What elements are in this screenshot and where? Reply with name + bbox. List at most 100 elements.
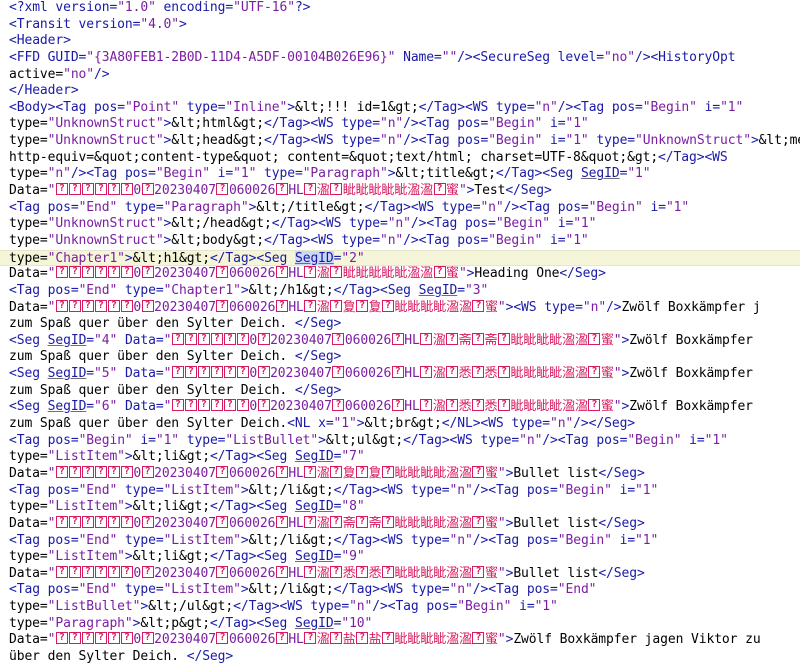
missing-glyph-icon xyxy=(55,632,68,647)
missing-glyph-icon xyxy=(141,632,154,647)
code-line[interactable]: Data="020230407060026HL溋眦眦眦眦眦溋溋蜜">Headin… xyxy=(0,266,800,283)
missing-glyph-icon xyxy=(120,515,133,531)
missing-glyph-icon xyxy=(304,266,317,281)
missing-glyph-icon xyxy=(223,399,236,414)
missing-glyph-icon xyxy=(330,266,343,281)
missing-glyph-icon xyxy=(171,332,184,347)
missing-glyph-icon xyxy=(216,183,229,198)
missing-glyph-icon xyxy=(330,299,343,314)
code-line[interactable]: <Seg SegID="5" Data="020230407060026HL溋悉… xyxy=(0,366,800,383)
missing-glyph-icon xyxy=(81,299,94,314)
missing-glyph-icon xyxy=(107,266,120,281)
missing-glyph-icon xyxy=(382,299,394,314)
missing-glyph-icon xyxy=(304,515,317,531)
missing-glyph-icon xyxy=(120,565,133,580)
missing-glyph-icon xyxy=(472,366,485,381)
missing-glyph-icon xyxy=(330,183,343,198)
code-line[interactable]: type="ListItem">&lt;li&gt;</Tag><Seg Seg… xyxy=(0,549,800,566)
missing-glyph-icon xyxy=(216,515,229,531)
code-line[interactable]: <FFD GUID="{3A80FEB1-2B0D-11D4-A5DF-0010… xyxy=(0,50,800,67)
code-line[interactable]: <Body><Tag pos="Point" type="Inline">&lt… xyxy=(0,100,800,117)
code-line[interactable]: <Seg SegID="6" Data="020230407060026HL溋悉… xyxy=(0,399,800,416)
code-line[interactable]: type="UnknownStruct">&lt;html&gt;</Tag><… xyxy=(0,116,800,133)
missing-glyph-icon xyxy=(141,465,154,481)
code-line[interactable]: <Transit version="4.0"> xyxy=(0,17,800,34)
code-line[interactable]: type="UnknownStruct">&lt;/head&gt;</Tag>… xyxy=(0,216,800,233)
code-line[interactable]: type="ListItem">&lt;li&gt;</Tag><Seg Seg… xyxy=(0,499,800,516)
code-line[interactable]: <Tag pos="End" type="ListItem">&lt;/li&g… xyxy=(0,533,800,550)
selected-token[interactable]: SegID xyxy=(294,250,334,266)
code-line[interactable]: Data="020230407060026HL溋夐夐眦眦眦眦溋溋蜜"><WS t… xyxy=(0,299,800,317)
code-line[interactable]: Data="020230407060026HL溋夐夐眦眦眦眦溋溋蜜">Bulle… xyxy=(0,465,800,483)
missing-glyph-icon xyxy=(210,332,223,347)
code-line[interactable]: zum Spaß quer über den Sylter Deich. </S… xyxy=(0,316,800,333)
missing-glyph-icon xyxy=(55,465,68,481)
code-line[interactable]: <?xml version="1.0" encoding="UTF-16"?> xyxy=(0,0,800,17)
code-line[interactable]: <Tag pos="Begin" i="1" type="ListBullet"… xyxy=(0,433,800,450)
code-line[interactable]: Data="020230407060026HL溋盐盐眦眦眦眦溋溋蜜">Zwölf… xyxy=(0,632,800,649)
missing-glyph-icon xyxy=(141,565,154,580)
missing-glyph-icon xyxy=(120,183,133,198)
missing-glyph-icon xyxy=(330,515,343,531)
missing-glyph-icon xyxy=(275,299,288,314)
missing-glyph-icon xyxy=(420,332,433,347)
missing-glyph-icon xyxy=(472,515,485,531)
code-line[interactable]: type="UnknownStruct">&lt;head&gt;</Tag><… xyxy=(0,133,800,150)
missing-glyph-icon xyxy=(332,399,345,414)
missing-glyph-icon xyxy=(171,366,184,381)
missing-glyph-icon xyxy=(236,366,249,381)
missing-glyph-icon xyxy=(472,632,485,647)
code-line[interactable]: http-equiv=&quot;content-type&quot; cont… xyxy=(0,150,800,167)
missing-glyph-icon xyxy=(94,266,107,281)
missing-glyph-icon xyxy=(588,399,601,414)
missing-glyph-icon xyxy=(391,366,404,381)
missing-glyph-icon xyxy=(275,515,288,531)
code-line[interactable]: <Tag pos="End" type="ListItem">&lt;/li&g… xyxy=(0,483,800,500)
code-line[interactable]: active="no"/> xyxy=(0,67,800,84)
missing-glyph-icon xyxy=(107,183,120,198)
missing-glyph-icon xyxy=(81,465,94,481)
code-line[interactable]: <Header> xyxy=(0,33,800,50)
code-line[interactable]: type="UnknownStruct">&lt;body&gt;</Tag><… xyxy=(0,233,800,250)
code-line[interactable]: über den Sylter Deich. </Seg> xyxy=(0,649,800,666)
code-line[interactable]: type="Paragraph">&lt;p&gt;</Tag><Seg Seg… xyxy=(0,616,800,633)
missing-glyph-icon xyxy=(332,366,345,381)
missing-glyph-icon xyxy=(223,366,236,381)
code-line[interactable]: <Tag pos="End" type="Paragraph">&lt;/tit… xyxy=(0,200,800,217)
missing-glyph-icon xyxy=(391,399,404,414)
code-line[interactable]: type="n"/><Tag pos="Begin" i="1" type="P… xyxy=(0,166,800,183)
missing-glyph-icon xyxy=(236,332,249,347)
code-line[interactable]: zum Spaß quer über den Sylter Deich.<NL … xyxy=(0,416,800,433)
code-line[interactable]: Data="020230407060026HL溋斋斋眦眦眦眦溋溋蜜">Bulle… xyxy=(0,515,800,533)
code-line[interactable]: zum Spaß quer über den Sylter Deich. </S… xyxy=(0,349,800,366)
missing-glyph-icon xyxy=(382,632,394,647)
missing-glyph-icon xyxy=(382,565,394,580)
code-line[interactable]: </Header> xyxy=(0,83,800,100)
missing-glyph-icon xyxy=(94,632,107,647)
missing-glyph-icon xyxy=(120,465,133,481)
missing-glyph-icon xyxy=(257,366,270,381)
missing-glyph-icon xyxy=(332,332,345,347)
code-line[interactable]: <Seg SegID="4" Data="020230407060026HL溋斋… xyxy=(0,332,800,350)
code-line[interactable]: <Tag pos="End" type="Chapter1">&lt;/h1&g… xyxy=(0,283,800,300)
xml-editor[interactable]: <?xml version="1.0" encoding="UTF-16"?> <… xyxy=(0,0,800,668)
missing-glyph-icon xyxy=(275,632,288,647)
missing-glyph-icon xyxy=(472,565,485,580)
missing-glyph-icon xyxy=(55,299,68,314)
missing-glyph-icon xyxy=(497,399,510,414)
code-line[interactable]: zum Spaß quer über den Sylter Deich. </S… xyxy=(0,383,800,400)
missing-glyph-icon xyxy=(391,332,404,347)
code-line[interactable]: type="Chapter1">&lt;h1&gt;</Tag><Seg Seg… xyxy=(0,249,800,267)
missing-glyph-icon xyxy=(81,183,94,198)
code-line[interactable]: <Tag pos="End" type="ListItem">&lt;/li&g… xyxy=(0,582,800,599)
missing-glyph-icon xyxy=(141,183,154,198)
missing-glyph-icon xyxy=(497,332,510,347)
code-line[interactable]: Data="020230407060026HL溋眦眦眦眦眦溋溋蜜">Test</… xyxy=(0,183,800,200)
missing-glyph-icon xyxy=(275,565,288,580)
missing-glyph-icon xyxy=(171,399,184,414)
code-line[interactable]: type="ListItem">&lt;li&gt;</Tag><Seg Seg… xyxy=(0,449,800,466)
code-line[interactable]: Data="020230407060026HL溋悉悉眦眦眦眦溋溋蜜">Bulle… xyxy=(0,565,800,583)
missing-glyph-icon xyxy=(420,399,433,414)
missing-glyph-icon xyxy=(141,515,154,531)
code-line[interactable]: type="ListBullet">&lt;/ul&gt;</Tag><WS t… xyxy=(0,599,800,616)
